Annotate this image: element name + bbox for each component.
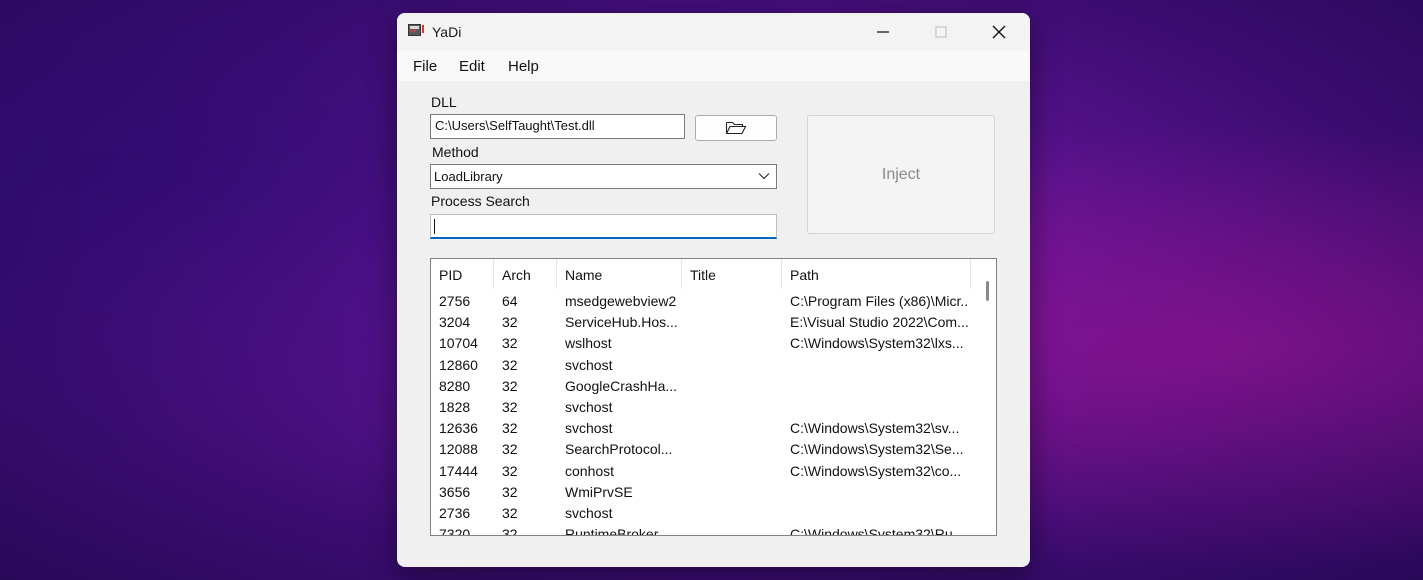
- close-button[interactable]: [970, 13, 1028, 51]
- cell-path: C:\Windows\System32\Ru...: [790, 526, 965, 536]
- method-select-value: LoadLibrary: [434, 169, 503, 184]
- table-row[interactable]: 7320 32 RuntimeBroker C:\Windows\System32\R…: [431, 524, 981, 536]
- cell-pid: 1828: [439, 398, 471, 415]
- maximize-icon: [935, 26, 947, 38]
- scrollbar-thumb[interactable]: [986, 281, 989, 301]
- cell-path: C:\Windows\System32\co...: [790, 462, 962, 479]
- cell-pid: 12636: [439, 420, 478, 437]
- cell-name: wslhost: [565, 335, 612, 352]
- close-icon: [992, 25, 1006, 39]
- column-header-name[interactable]: Name: [557, 259, 682, 289]
- cell-path: C:\Windows\System32\lxs...: [790, 335, 964, 352]
- table-row[interactable]: 12088 32 SearchProtocol... C:\Windows\Syste…: [431, 439, 981, 460]
- process-search-input[interactable]: [430, 214, 777, 239]
- table-row[interactable]: 17444 32 conhost C:\Windows\System32\co...: [431, 461, 981, 482]
- window-title: YaDi: [432, 24, 462, 40]
- cell-arch: 32: [502, 377, 518, 394]
- dll-label: DLL: [431, 94, 457, 110]
- column-header-arch[interactable]: Arch: [494, 259, 557, 289]
- cell-arch: 32: [502, 462, 518, 479]
- cell-pid: 2756: [439, 293, 471, 309]
- cell-arch: 32: [502, 504, 518, 521]
- cell-pid: 3204: [439, 314, 471, 331]
- app-window: YaDi File Edit Help DLL C:\Users\SelfTau…: [397, 13, 1030, 567]
- cell-path: E:\Visual Studio 2022\Com...: [790, 314, 968, 331]
- cell-name: SearchProtocol...: [565, 441, 673, 458]
- cell-pid: 10704: [439, 335, 478, 352]
- app-icon: [408, 24, 424, 38]
- cell-name: WmiPrvSE: [565, 483, 633, 500]
- table-row[interactable]: 8280 32 GoogleCrashHa...: [431, 376, 981, 397]
- cell-pid: 12860: [439, 356, 478, 373]
- maximize-button[interactable]: [912, 13, 970, 51]
- cell-pid: 2736: [439, 504, 471, 521]
- minimize-button[interactable]: [854, 13, 912, 51]
- text-caret: [434, 219, 435, 234]
- cell-name: GoogleCrashHa...: [565, 377, 678, 394]
- inject-button[interactable]: Inject: [807, 115, 995, 234]
- cell-name: svchost: [565, 504, 613, 521]
- cell-name: RuntimeBroker: [565, 526, 659, 536]
- minimize-icon: [877, 31, 889, 33]
- cell-pid: 3656: [439, 483, 471, 500]
- dll-path-input[interactable]: C:\Users\SelfTaught\Test.dll: [430, 114, 685, 139]
- cell-arch: 32: [502, 335, 518, 352]
- table-row[interactable]: 2736 32 svchost: [431, 503, 981, 524]
- folder-open-icon: [725, 121, 747, 135]
- cell-name: conhost: [565, 462, 615, 479]
- cell-path: C:\Windows\System32\sv...: [790, 420, 960, 437]
- cell-pid: 12088: [439, 441, 478, 458]
- cell-name: msedgewebview2: [565, 293, 677, 309]
- table-row[interactable]: 3656 32 WmiPrvSE: [431, 482, 981, 503]
- method-label: Method: [432, 144, 479, 160]
- cell-arch: 64: [502, 293, 518, 309]
- cell-arch: 32: [502, 526, 518, 536]
- cell-pid: 8280: [439, 377, 471, 394]
- cell-arch: 32: [502, 483, 518, 500]
- menu-bar: File Edit Help: [397, 51, 1030, 81]
- cell-name: svchost: [565, 356, 613, 373]
- cell-arch: 32: [502, 398, 518, 415]
- process-list-rows: 2756 64 msedgewebview2 C:\Program Files (x8…: [431, 291, 981, 536]
- table-row[interactable]: 2756 64 msedgewebview2 C:\Program Files (x8…: [431, 291, 981, 312]
- cell-arch: 32: [502, 420, 518, 437]
- cell-pid: 17444: [439, 462, 478, 479]
- cell-name: ServiceHub.Hos...: [565, 314, 678, 331]
- browse-button[interactable]: [695, 115, 777, 141]
- column-header-path[interactable]: Path: [782, 259, 971, 289]
- cell-path: C:\Program Files (x86)\Micr...: [790, 293, 968, 309]
- process-list[interactable]: PID Arch Name Title Path 2756 64 msedgeweb…: [430, 258, 997, 536]
- title-bar[interactable]: YaDi: [397, 13, 1030, 51]
- table-row[interactable]: 1828 32 svchost: [431, 397, 981, 418]
- cell-name: svchost: [565, 398, 613, 415]
- process-search-label: Process Search: [431, 193, 530, 209]
- chevron-down-icon: [758, 173, 770, 180]
- method-select[interactable]: LoadLibrary: [430, 164, 777, 189]
- table-row[interactable]: 10704 32 wslhost C:\Windows\System32\lxs...: [431, 333, 981, 354]
- cell-arch: 32: [502, 356, 518, 373]
- table-row[interactable]: 12636 32 svchost C:\Windows\System32\sv...: [431, 418, 981, 439]
- table-row[interactable]: 12860 32 svchost: [431, 355, 981, 376]
- cell-name: svchost: [565, 420, 613, 437]
- cell-arch: 32: [502, 314, 518, 331]
- column-header-title[interactable]: Title: [682, 259, 782, 289]
- vertical-scrollbar[interactable]: [980, 259, 996, 535]
- menu-file[interactable]: File: [413, 58, 437, 75]
- column-header-pid[interactable]: PID: [431, 259, 494, 289]
- cell-pid: 7320: [439, 526, 471, 536]
- cell-arch: 32: [502, 441, 518, 458]
- menu-edit[interactable]: Edit: [459, 58, 485, 75]
- cell-path: C:\Windows\System32\Se...: [790, 441, 964, 458]
- table-row[interactable]: 3204 32 ServiceHub.Hos... E:\Visual Studio …: [431, 312, 981, 333]
- menu-help[interactable]: Help: [508, 58, 539, 75]
- process-list-header: PID Arch Name Title Path: [431, 259, 981, 289]
